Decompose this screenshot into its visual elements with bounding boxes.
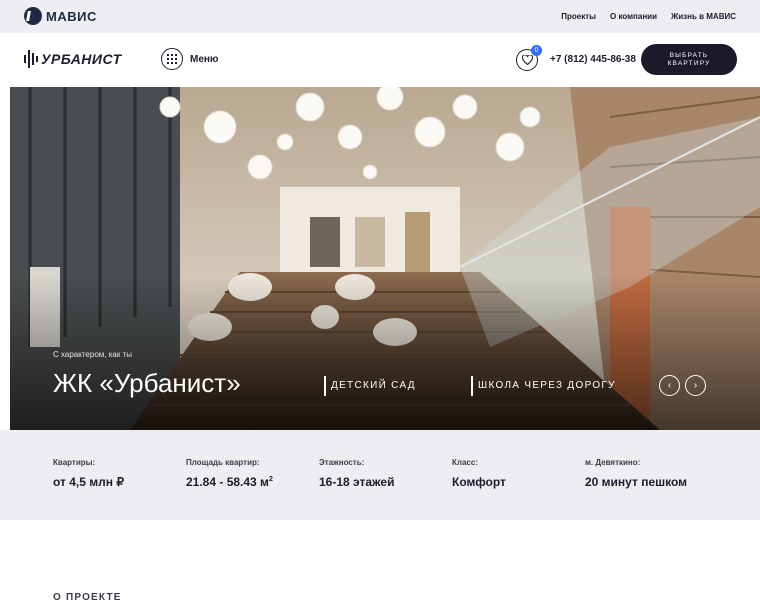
stat-value-sup: 2 [268, 476, 273, 483]
stat-label: Площадь квартир: [186, 458, 260, 467]
hero-title: ЖК «Урбанист» [53, 368, 241, 398]
stat-value: 20 минут пешком [585, 475, 688, 489]
prev-slide-button[interactable]: ‹ [659, 375, 680, 396]
nav-life-in-mavis[interactable]: Жизнь в МАВИС [671, 12, 736, 21]
mavis-logo-icon [24, 7, 42, 25]
chevron-left-icon: ‹ [667, 380, 672, 391]
stats-panel: Квартиры: от 4,5 млн ₽ Площадь квартир: … [0, 430, 760, 520]
urbanist-logo-icon [24, 50, 38, 68]
stat-label: Этажность: [319, 458, 365, 467]
next-slide-button[interactable]: › [685, 375, 706, 396]
tag-school: ШКОЛА ЧЕРЕЗ ДОРОГУ [471, 376, 616, 396]
nav-about-company[interactable]: О компании [610, 12, 657, 21]
choose-apartment-button[interactable]: ВЫБРАТЬ КВАРТИРУ [641, 44, 737, 75]
stat-value: 21.84 - 58.43 м2 [186, 475, 273, 489]
hero-banner: С характером, как ты ЖК «Урбанист» ДЕТСК… [10, 87, 760, 430]
mavis-brand-text: МАВИС [46, 8, 97, 24]
mavis-logo[interactable]: МАВИС [24, 7, 97, 25]
site-header: УРБАНИСТ Меню 0 +7 (812) 445-86-38 ВЫБРА… [0, 33, 760, 87]
nav-projects[interactable]: Проекты [561, 12, 596, 21]
stat-value: 16-18 этажей [319, 475, 395, 489]
chevron-right-icon: › [693, 380, 698, 391]
favorites-button[interactable]: 0 [516, 45, 542, 71]
top-nav: Проекты О компании Жизнь в МАВИС [561, 12, 736, 21]
stat-label: Класс: [452, 458, 478, 467]
hero-subtitle: С характером, как ты [53, 350, 132, 359]
stat-label: м. Девяткино: [585, 458, 641, 467]
stat-class: Класс: Комфорт [452, 458, 506, 489]
phone-link[interactable]: +7 (812) 445-86-38 [550, 54, 636, 65]
stat-apartments: Квартиры: от 4,5 млн ₽ [53, 458, 124, 489]
stat-metro: м. Девяткино: 20 минут пешком [585, 458, 687, 489]
favorites-count-badge: 0 [531, 45, 542, 56]
tag-kindergarten: ДЕТСКИЙ САД [324, 376, 416, 396]
top-bar: МАВИС Проекты О компании Жизнь в МАВИС [0, 0, 760, 33]
urbanist-logo[interactable]: УРБАНИСТ [24, 50, 122, 68]
stat-floors: Этажность: 16-18 этажей [319, 458, 394, 489]
stat-value: Комфорт [452, 475, 506, 489]
stat-value-text: 21.84 - 58.43 м [186, 475, 269, 489]
about-heading: О ПРОЕКТЕ [53, 592, 122, 603]
choose-apartment-label: ВЫБРАТЬ КВАРТИРУ [667, 51, 711, 67]
stat-value: от 4,5 млн ₽ [53, 475, 124, 489]
menu-button[interactable]: Меню [161, 48, 218, 70]
heart-icon [521, 55, 533, 65]
stat-area: Площадь квартир: 21.84 - 58.43 м2 [186, 458, 273, 489]
urbanist-logo-text: УРБАНИСТ [41, 51, 122, 67]
menu-label: Меню [190, 53, 219, 65]
grid-icon [161, 48, 183, 70]
stat-label: Квартиры: [53, 458, 96, 467]
